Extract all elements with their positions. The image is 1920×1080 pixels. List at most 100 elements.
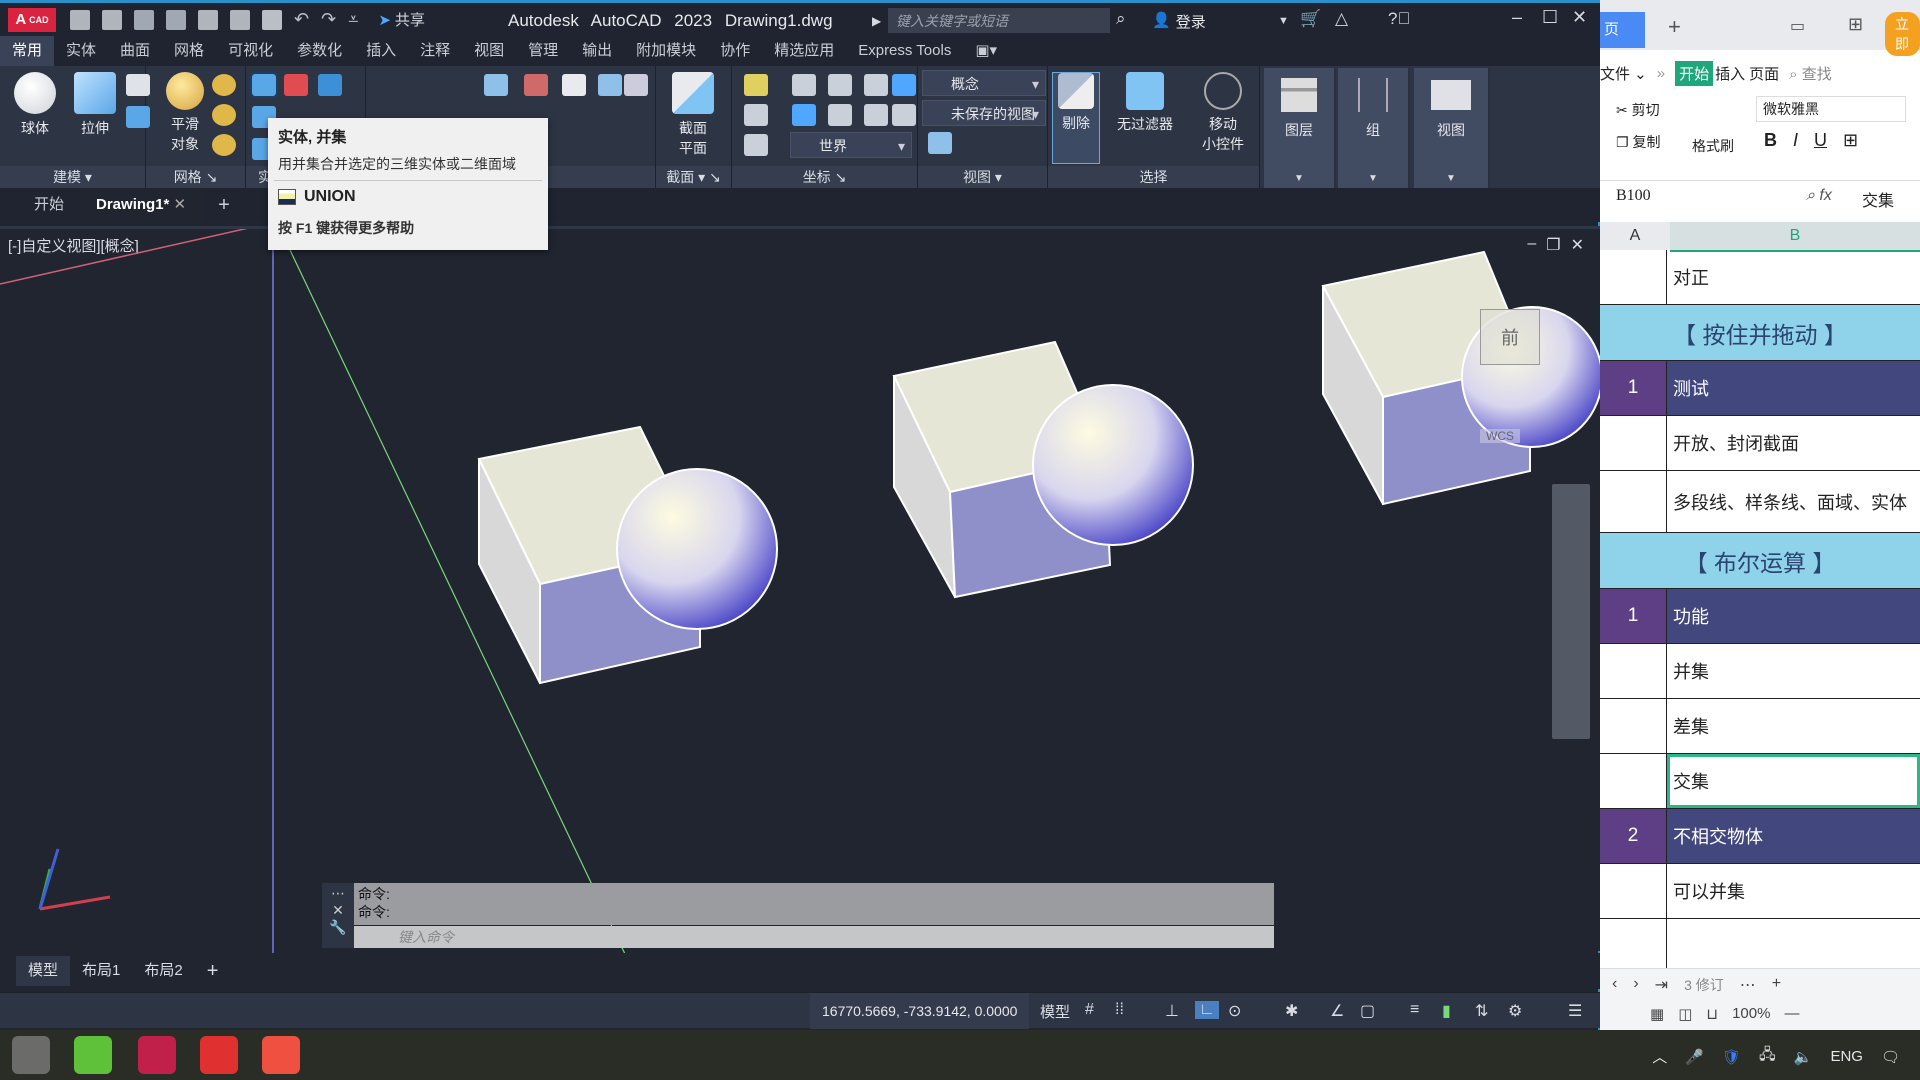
column-b-header[interactable]: B bbox=[1670, 222, 1920, 252]
taskbar-app-recorder[interactable] bbox=[262, 1036, 300, 1074]
tab-layout2[interactable]: 布局2 bbox=[132, 956, 194, 986]
tab-6[interactable]: 插入 bbox=[354, 36, 408, 66]
more-menu-icon[interactable]: » bbox=[1657, 65, 1665, 82]
cell-a[interactable]: 2 bbox=[1600, 809, 1667, 863]
panel-label[interactable]: 截面 ▾ ↘ bbox=[656, 166, 731, 188]
culling-button[interactable]: 剔除 bbox=[1052, 72, 1100, 164]
drawing-viewport[interactable]: [-]自定义视图][概念] – ❐ ✕ 前 WCS bbox=[0, 226, 1600, 954]
add-layout-button[interactable]: + bbox=[195, 956, 231, 986]
save-web-icon[interactable] bbox=[230, 9, 250, 30]
reading-view-icon[interactable]: ⊔ bbox=[1706, 1005, 1718, 1023]
next-sheet-icon[interactable]: › bbox=[1633, 975, 1638, 995]
ucs-dropdown[interactable]: 世界 bbox=[790, 132, 912, 159]
tab-14[interactable]: Express Tools bbox=[846, 36, 963, 66]
tab-drawing1[interactable]: Drawing1* ✕ bbox=[80, 188, 203, 222]
microphone-icon[interactable]: 🎤 bbox=[1685, 1048, 1704, 1066]
start-button[interactable] bbox=[12, 1036, 50, 1074]
cell-a[interactable] bbox=[1600, 644, 1667, 698]
model-space-button[interactable]: 模型 bbox=[1040, 1001, 1070, 1022]
no-filter-button[interactable]: 无过滤器 bbox=[1110, 72, 1180, 134]
extrude-button[interactable]: 拉伸 bbox=[68, 72, 122, 138]
cart-icon[interactable]: 🛒 bbox=[1300, 9, 1321, 29]
selection-cycling-icon[interactable]: ▢ bbox=[1360, 1001, 1375, 1021]
customize-icon[interactable]: 🔧 bbox=[322, 919, 354, 936]
panel-label[interactable]: 视图 ▾ bbox=[918, 166, 1047, 188]
tab-10[interactable]: 输出 bbox=[570, 36, 624, 66]
normal-view-icon[interactable]: ▦ bbox=[1650, 1005, 1664, 1023]
bold-button[interactable]: B bbox=[1764, 130, 1777, 151]
interfere-icon[interactable] bbox=[318, 74, 342, 96]
cell-b[interactable]: 测试 bbox=[1667, 361, 1920, 415]
cell-b[interactable]: 对正 bbox=[1667, 250, 1920, 304]
ucs-z-icon[interactable] bbox=[864, 104, 888, 126]
tab-layout1[interactable]: 布局1 bbox=[70, 956, 132, 986]
workspace-toggle-icon[interactable]: ▣▾ bbox=[963, 36, 1009, 66]
cell-reference[interactable]: B100 bbox=[1616, 187, 1746, 205]
array-icon[interactable] bbox=[598, 74, 622, 96]
tab-3[interactable]: 网格 bbox=[162, 36, 216, 66]
grid-icon[interactable]: # bbox=[1085, 1001, 1094, 1019]
cell-b[interactable]: 交集 bbox=[1667, 754, 1920, 808]
tray-expand-icon[interactable]: ︿ bbox=[1652, 1046, 1667, 1067]
ucs-icon[interactable] bbox=[744, 74, 768, 96]
copy-button[interactable]: ❐ 复制 bbox=[1616, 132, 1660, 152]
snap-icon[interactable]: ⁞⁞ bbox=[1115, 1001, 1124, 1019]
customize-qat-icon[interactable]: ⩡ bbox=[348, 9, 358, 30]
tab-11[interactable]: 附加模块 bbox=[624, 36, 708, 66]
tab-1[interactable]: 实体 bbox=[54, 36, 108, 66]
tab-9[interactable]: 管理 bbox=[516, 36, 570, 66]
ucs-world-icon[interactable] bbox=[892, 74, 916, 96]
ucs-view-icon[interactable] bbox=[792, 74, 816, 96]
cell-a[interactable] bbox=[1600, 471, 1667, 532]
border-icon[interactable]: ⊞ bbox=[1843, 130, 1858, 151]
polar-icon[interactable]: ⊙ bbox=[1228, 1001, 1241, 1021]
sheet-tab[interactable]: 3 修订 bbox=[1684, 975, 1724, 995]
cell-a[interactable] bbox=[1600, 699, 1667, 753]
new-tab-button[interactable]: + bbox=[202, 188, 246, 222]
new-doc-icon[interactable]: + bbox=[1668, 14, 1681, 40]
layers-button[interactable]: 图层 ▼ bbox=[1264, 68, 1336, 188]
lineweight-icon[interactable]: ≡ bbox=[1410, 1001, 1419, 1019]
login-button[interactable]: 👤 登录 bbox=[1152, 11, 1206, 32]
tab-4[interactable]: 可视化 bbox=[216, 36, 285, 66]
network-icon[interactable]: 🖧 bbox=[1759, 1044, 1776, 1069]
osnap-icon[interactable]: ✱ bbox=[1285, 1001, 1298, 1021]
redo-icon[interactable]: ↷ bbox=[321, 9, 336, 30]
help-icon[interactable]: ?⃝ bbox=[1388, 9, 1410, 29]
taskbar-app-wps[interactable] bbox=[200, 1036, 238, 1074]
infer-icon[interactable]: ⊥ bbox=[1165, 1001, 1179, 1021]
ucs-named-icon[interactable] bbox=[744, 134, 768, 156]
settings-icon[interactable]: ⚙ bbox=[1508, 1001, 1522, 1021]
viewcube-front[interactable]: 前 bbox=[1501, 328, 1519, 348]
tab-12[interactable]: 协作 bbox=[708, 36, 762, 66]
groups-button[interactable]: 组 ▼ bbox=[1338, 68, 1410, 188]
page-break-view-icon[interactable]: ◫ bbox=[1678, 1005, 1692, 1023]
font-dropdown[interactable]: 微软雅黑 bbox=[1756, 96, 1906, 122]
viewcube[interactable]: 前 bbox=[1480, 309, 1540, 365]
print-icon[interactable] bbox=[262, 9, 282, 30]
prev-sheet-icon[interactable]: ‹ bbox=[1612, 975, 1617, 995]
cell-b[interactable]: 多段线、样条线、面域、实体 bbox=[1667, 471, 1920, 532]
undo-icon[interactable]: ↶ bbox=[294, 9, 309, 30]
visual-style-dropdown[interactable]: 概念 bbox=[922, 70, 1046, 97]
cell-b[interactable]: 开放、封闭截面 bbox=[1667, 416, 1920, 470]
close-tab-icon[interactable]: ✕ bbox=[174, 196, 187, 213]
tab-8[interactable]: 视图 bbox=[462, 36, 516, 66]
panel-label[interactable]: 坐标 ↘ bbox=[732, 166, 917, 188]
tab-7[interactable]: 注释 bbox=[408, 36, 462, 66]
format-painter-button[interactable]: 格式刷 bbox=[1692, 136, 1734, 156]
underline-button[interactable]: U bbox=[1814, 130, 1827, 151]
maximize-button[interactable]: ☐ bbox=[1542, 7, 1558, 28]
ucs-3-icon[interactable] bbox=[892, 104, 916, 126]
panel-label[interactable]: 建模 ▾ bbox=[0, 166, 145, 188]
ortho-icon[interactable]: ∟ bbox=[1195, 1001, 1219, 1019]
coordinates-readout[interactable]: 16770.5669, -733.9142, 0.0000 bbox=[810, 993, 1030, 1029]
cell-a[interactable] bbox=[1600, 416, 1667, 470]
taskbar-app-camtasia[interactable] bbox=[74, 1036, 112, 1074]
search-input[interactable]: 键入关键字或短语 bbox=[888, 8, 1110, 33]
panel-label[interactable]: 网格 ↘ bbox=[146, 166, 245, 188]
move-gizmo-button[interactable]: 移动 小控件 bbox=[1192, 72, 1254, 154]
save-as-icon[interactable] bbox=[166, 9, 186, 30]
viewport-config-icon[interactable] bbox=[928, 132, 952, 154]
annotation-icon[interactable]: ⇅ bbox=[1475, 1001, 1488, 1021]
